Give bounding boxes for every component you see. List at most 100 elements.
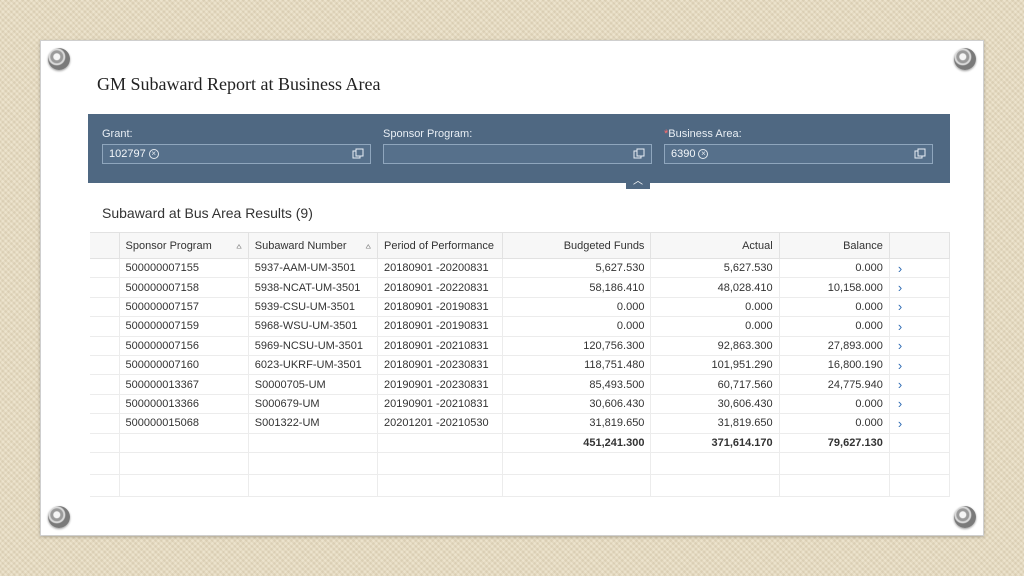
period-cell: 20190901 -20210831 bbox=[377, 394, 504, 415]
row-navigation-icon[interactable]: › bbox=[889, 374, 951, 395]
actual-cell: 48,028.410 bbox=[650, 277, 780, 298]
budgeted-funds-cell: 120,756.300 bbox=[502, 336, 652, 356]
empty-cell bbox=[119, 433, 249, 453]
balance-cell: 0.000 bbox=[779, 394, 890, 415]
empty-cell bbox=[650, 474, 780, 497]
table-row[interactable]: 500000007160 6023-UKRF-UM-3501 20180901 -2… bbox=[90, 355, 951, 376]
empty-cell bbox=[889, 474, 951, 497]
budgeted-funds-cell: 31,819.650 bbox=[502, 413, 652, 434]
empty-cell bbox=[502, 474, 652, 497]
table-row[interactable]: 500000007155 5937-AAM-UM-3501 20180901 -20… bbox=[90, 258, 951, 279]
table-row[interactable]: 500000007156 5969-NCSU-UM-3501 20180901 -2… bbox=[90, 336, 951, 356]
balance-cell: 16,800.190 bbox=[779, 355, 890, 376]
subaward-number-cell: 5968-WSU-UM-3501 bbox=[248, 316, 378, 337]
sort-icon[interactable]: ⩟ bbox=[236, 241, 241, 252]
balance-cell: 27,893.000 bbox=[779, 336, 890, 356]
row-select-cell[interactable] bbox=[90, 316, 120, 337]
empty-cell bbox=[90, 452, 120, 475]
chevron-up-icon: ︿ bbox=[633, 176, 643, 187]
row-select-cell[interactable] bbox=[90, 355, 120, 376]
sponsor-program-cell: 500000007156 bbox=[119, 336, 249, 356]
empty-cell bbox=[779, 474, 890, 497]
row-navigation-icon[interactable]: › bbox=[889, 413, 951, 434]
sort-icon[interactable]: ⩟ bbox=[366, 241, 371, 252]
value-help-icon[interactable] bbox=[914, 148, 926, 160]
column-header-period-of-performance[interactable]: Period of Performance bbox=[377, 232, 504, 259]
slide-card: GM Subaward Report at Business Area Gran… bbox=[40, 40, 984, 536]
row-select-cell[interactable] bbox=[90, 394, 120, 415]
subaward-number-cell: S000679-UM bbox=[248, 394, 378, 415]
select-column-header[interactable] bbox=[90, 232, 120, 259]
remove-token-icon[interactable]: × bbox=[148, 149, 159, 159]
table-row[interactable]: 500000013366 S000679-UM 20190901 -20210831… bbox=[90, 394, 951, 415]
actual-cell: 0.000 bbox=[650, 297, 780, 318]
row-navigation-icon[interactable]: › bbox=[889, 336, 951, 356]
column-header-actual[interactable]: Actual bbox=[650, 232, 780, 259]
sponsor-program-input[interactable] bbox=[383, 144, 652, 164]
empty-cell bbox=[889, 433, 951, 453]
row-select-cell[interactable] bbox=[90, 413, 120, 434]
budgeted-funds-cell: 85,493.500 bbox=[502, 374, 652, 395]
balance-cell: 0.000 bbox=[779, 297, 890, 318]
sponsor-program-cell: 500000007160 bbox=[119, 355, 249, 376]
sponsor-program-cell: 500000007159 bbox=[119, 316, 249, 337]
row-select-cell[interactable] bbox=[90, 277, 120, 298]
remove-token-icon[interactable]: × bbox=[698, 149, 709, 159]
row-navigation-icon[interactable]: › bbox=[889, 355, 951, 376]
row-select-cell[interactable] bbox=[90, 297, 120, 318]
row-navigation-icon[interactable]: › bbox=[889, 394, 951, 415]
table-header-row: Sponsor Program ⩟ Subaward Number ⩟ Period… bbox=[90, 232, 951, 259]
balance-cell: 24,775.940 bbox=[779, 374, 890, 395]
table-row[interactable]: 500000007157 5939-CSU-UM-3501 20180901 -20… bbox=[90, 297, 951, 318]
collapse-filter-button[interactable]: ︿ bbox=[626, 175, 650, 189]
row-select-cell[interactable] bbox=[90, 374, 120, 395]
subaward-number-cell: 5939-CSU-UM-3501 bbox=[248, 297, 378, 318]
column-header-subaward-number[interactable]: Subaward Number ⩟ bbox=[248, 232, 378, 259]
table-row[interactable]: 500000007158 5938-NCAT-UM-3501 20180901 -2… bbox=[90, 277, 951, 298]
table-row[interactable]: 500000007159 5968-WSU-UM-3501 20180901 -20… bbox=[90, 316, 951, 337]
column-header-sponsor-program[interactable]: Sponsor Program ⩟ bbox=[119, 232, 249, 259]
subaward-number-cell: S0000705-UM bbox=[248, 374, 378, 395]
value-help-icon[interactable] bbox=[633, 148, 645, 160]
empty-cell bbox=[650, 452, 780, 475]
actual-cell: 31,819.650 bbox=[650, 413, 780, 434]
period-cell: 20180901 -20190831 bbox=[377, 316, 504, 337]
business-area-token[interactable]: 6390 × bbox=[671, 148, 709, 160]
actual-cell: 60,717.560 bbox=[650, 374, 780, 395]
row-navigation-icon[interactable]: › bbox=[889, 316, 951, 337]
subaward-number-cell: 5937-AAM-UM-3501 bbox=[248, 258, 378, 279]
balance-cell: 0.000 bbox=[779, 316, 890, 337]
empty-cell bbox=[377, 452, 504, 475]
actual-cell: 30,606.430 bbox=[650, 394, 780, 415]
balance-cell: 0.000 bbox=[779, 258, 890, 279]
nav-column-header bbox=[889, 232, 951, 259]
pushpin-icon bbox=[954, 48, 976, 70]
row-navigation-icon[interactable]: › bbox=[889, 277, 951, 298]
actual-cell: 101,951.290 bbox=[650, 355, 780, 376]
row-select-cell[interactable] bbox=[90, 258, 120, 279]
row-navigation-icon[interactable]: › bbox=[889, 258, 951, 279]
table-row[interactable]: 500000013367 S0000705-UM 20190901 -2023083… bbox=[90, 374, 951, 395]
empty-cell bbox=[90, 433, 120, 453]
pushpin-icon bbox=[48, 48, 70, 70]
grant-token[interactable]: 102797 × bbox=[109, 148, 159, 160]
business-area-token-text: 6390 bbox=[671, 148, 696, 160]
period-cell: 20180901 -20200831 bbox=[377, 258, 504, 279]
period-cell: 20201201 -20210530 bbox=[377, 413, 504, 434]
value-help-icon[interactable] bbox=[352, 148, 364, 160]
business-area-input[interactable]: 6390 × bbox=[664, 144, 933, 164]
column-header-budgeted-funds[interactable]: Budgeted Funds bbox=[502, 232, 652, 259]
sponsor-program-label: Sponsor Program: bbox=[383, 128, 473, 140]
row-navigation-icon[interactable]: › bbox=[889, 297, 951, 318]
subaward-number-cell: 5938-NCAT-UM-3501 bbox=[248, 277, 378, 298]
column-header-balance[interactable]: Balance bbox=[779, 232, 890, 259]
grant-input[interactable]: 102797 × bbox=[102, 144, 371, 164]
sponsor-program-cell: 500000013366 bbox=[119, 394, 249, 415]
budgeted-funds-cell: 30,606.430 bbox=[502, 394, 652, 415]
budgeted-funds-cell: 5,627.530 bbox=[502, 258, 652, 279]
row-select-cell[interactable] bbox=[90, 336, 120, 356]
business-area-label-text: Business Area: bbox=[668, 128, 742, 140]
table-row[interactable]: 500000015068 S001322-UM 20201201 -20210530… bbox=[90, 413, 951, 434]
sponsor-program-cell: 500000015068 bbox=[119, 413, 249, 434]
budgeted-funds-cell: 0.000 bbox=[502, 297, 652, 318]
